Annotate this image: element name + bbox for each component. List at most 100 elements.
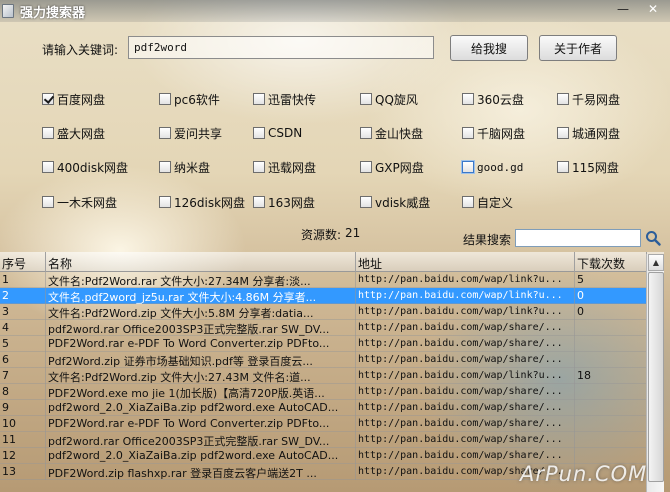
site-checkbox[interactable] <box>159 93 171 105</box>
site-option[interactable]: 千易网盘 <box>557 91 620 107</box>
cell-name: Pdf2Word.zip 证券市场基础知识.pdf等 登录百度云... <box>46 352 356 368</box>
cell-address: http://pan.baidu.com/wap/share/... <box>356 352 575 368</box>
table-row[interactable]: 7 文件名:Pdf2Word.zip 文件大小:27.43M 文件名:道... ht… <box>0 368 664 384</box>
cell-name: pdf2word.rar Office2003SP3正式完整版.rar SW_D… <box>46 432 356 448</box>
table-row[interactable]: 1 文件名:Pdf2Word.rar 文件大小:27.34M 分享者:淡... ht… <box>0 272 664 288</box>
table-row[interactable]: 4 pdf2word.rar Office2003SP3正式完整版.rar SW_… <box>0 320 664 336</box>
site-option[interactable]: vdisk威盘 <box>360 194 430 210</box>
keyword-input[interactable]: pdf2word <box>128 36 434 59</box>
site-option[interactable]: good.gd <box>462 159 523 175</box>
site-checkbox[interactable] <box>253 93 265 105</box>
column-header-address[interactable]: 地址 <box>356 252 575 272</box>
title-bar[interactable]: 强力搜索器 — ✕ <box>0 0 670 22</box>
site-checkbox[interactable] <box>360 127 372 139</box>
site-checkbox[interactable] <box>42 161 54 173</box>
resource-count: 资源数: 21 <box>301 226 360 243</box>
site-checkbox[interactable] <box>360 161 372 173</box>
site-option[interactable]: QQ旋风 <box>360 91 418 107</box>
table-row[interactable]: 2 文件名.pdf2word_jz5u.rar 文件大小:4.86M 分享者...… <box>0 288 664 304</box>
table-body: 1 文件名:Pdf2Word.rar 文件大小:27.34M 分享者:淡... ht… <box>0 272 664 480</box>
keyword-label: 请输入关键词: <box>42 43 119 57</box>
cell-name: pdf2word.rar Office2003SP3正式完整版.rar SW_D… <box>46 320 356 336</box>
cell-address: http://pan.baidu.com/wap/link?u... <box>356 272 575 288</box>
column-header-index[interactable]: 序号 <box>0 252 46 272</box>
cell-name: PDF2Word.exe mo jie 1(加长版)【高清720P版.英语... <box>46 384 356 400</box>
site-option[interactable]: 百度网盘 <box>42 91 105 107</box>
cell-name: pdf2word_2.0_XiaZaiBa.zip pdf2word.exe A… <box>46 448 356 464</box>
site-checkbox[interactable] <box>253 196 265 208</box>
site-checkbox[interactable] <box>159 127 171 139</box>
vertical-scrollbar[interactable]: ▲ <box>646 254 664 492</box>
table-row[interactable]: 3 文件名:Pdf2Word.zip 文件大小:5.8M 分享者:datia...… <box>0 304 664 320</box>
site-label: vdisk威盘 <box>375 195 431 210</box>
site-checkbox[interactable] <box>462 161 474 173</box>
site-option[interactable]: 纳米盘 <box>159 159 210 175</box>
site-option[interactable]: 一木禾网盘 <box>42 194 117 210</box>
site-checkbox[interactable] <box>360 93 372 105</box>
table-row[interactable]: 8 PDF2Word.exe mo jie 1(加长版)【高清720P版.英语..… <box>0 384 664 400</box>
site-option[interactable]: pc6软件 <box>159 91 220 107</box>
site-label: 163网盘 <box>268 195 315 210</box>
site-option[interactable]: CSDN <box>253 125 302 141</box>
site-option[interactable]: 自定义 <box>462 194 513 210</box>
cell-index: 11 <box>0 432 46 448</box>
site-option[interactable]: 城通网盘 <box>557 125 620 141</box>
site-checkbox[interactable] <box>557 93 569 105</box>
table-row[interactable]: 10 PDF2Word.rar e-PDF To Word Converter.z… <box>0 416 664 432</box>
site-checkbox[interactable] <box>360 196 372 208</box>
site-option[interactable]: GXP网盘 <box>360 159 424 175</box>
column-header-downloads[interactable]: 下载次数 <box>575 252 647 272</box>
scroll-up-icon[interactable]: ▲ <box>648 254 664 271</box>
site-option[interactable]: 迅载网盘 <box>253 159 316 175</box>
site-checkbox[interactable] <box>159 196 171 208</box>
site-checkbox[interactable] <box>42 127 54 139</box>
site-option[interactable]: 360云盘 <box>462 91 524 107</box>
site-label: 盛大网盘 <box>57 126 106 141</box>
cell-name: PDF2Word.rar e-PDF To Word Converter.zip… <box>46 336 356 352</box>
search-button[interactable]: 给我搜 <box>450 35 528 61</box>
site-checkbox[interactable] <box>557 161 569 173</box>
site-label: GXP网盘 <box>375 160 424 175</box>
site-option[interactable]: 126disk网盘 <box>159 194 245 210</box>
site-checkbox[interactable] <box>159 161 171 173</box>
result-search-button[interactable] <box>643 228 663 248</box>
site-label: 一木禾网盘 <box>57 195 118 210</box>
scroll-thumb[interactable] <box>648 272 664 482</box>
table-row[interactable]: 6 Pdf2Word.zip 证券市场基础知识.pdf等 登录百度云... http… <box>0 352 664 368</box>
site-label: 金山快盘 <box>375 126 424 141</box>
column-header-name[interactable]: 名称 <box>46 252 356 272</box>
result-search-input[interactable] <box>515 229 641 247</box>
site-checkbox[interactable] <box>42 93 54 105</box>
site-label: 纳米盘 <box>174 160 211 175</box>
about-author-button[interactable]: 关于作者 <box>539 35 617 61</box>
table-row[interactable]: 11 pdf2word.rar Office2003SP3正式完整版.rar SW… <box>0 432 664 448</box>
site-label: 千易网盘 <box>572 92 621 107</box>
site-option[interactable]: 400disk网盘 <box>42 159 128 175</box>
cell-index: 8 <box>0 384 46 400</box>
site-option[interactable]: 115网盘 <box>557 159 619 175</box>
site-checkbox[interactable] <box>462 127 474 139</box>
cell-downloads: 18 <box>575 368 647 384</box>
site-checkbox[interactable] <box>462 196 474 208</box>
site-option[interactable]: 金山快盘 <box>360 125 423 141</box>
cell-index: 7 <box>0 368 46 384</box>
close-button[interactable]: ✕ <box>636 0 670 18</box>
site-checkbox[interactable] <box>253 161 265 173</box>
cell-address: http://pan.baidu.com/wap/share/... <box>356 400 575 416</box>
cell-index: 1 <box>0 272 46 288</box>
table-row[interactable]: 9 pdf2word_2.0_XiaZaiBa.zip pdf2word.exe … <box>0 400 664 416</box>
site-option[interactable]: 千脑网盘 <box>462 125 525 141</box>
site-option[interactable]: 迅雷快传 <box>253 91 316 107</box>
site-option[interactable]: 163网盘 <box>253 194 315 210</box>
cell-address: http://pan.baidu.com/wap/link?u... <box>356 368 575 384</box>
table-row[interactable]: 5 PDF2Word.rar e-PDF To Word Converter.zi… <box>0 336 664 352</box>
site-checkbox[interactable] <box>462 93 474 105</box>
minimize-button[interactable]: — <box>610 0 636 18</box>
site-option[interactable]: 爱问共享 <box>159 125 222 141</box>
cell-downloads <box>575 336 647 352</box>
site-checkbox[interactable] <box>42 196 54 208</box>
site-checkbox[interactable] <box>253 127 265 139</box>
site-checkbox[interactable] <box>557 127 569 139</box>
site-option[interactable]: 盛大网盘 <box>42 125 105 141</box>
cell-downloads <box>575 416 647 432</box>
